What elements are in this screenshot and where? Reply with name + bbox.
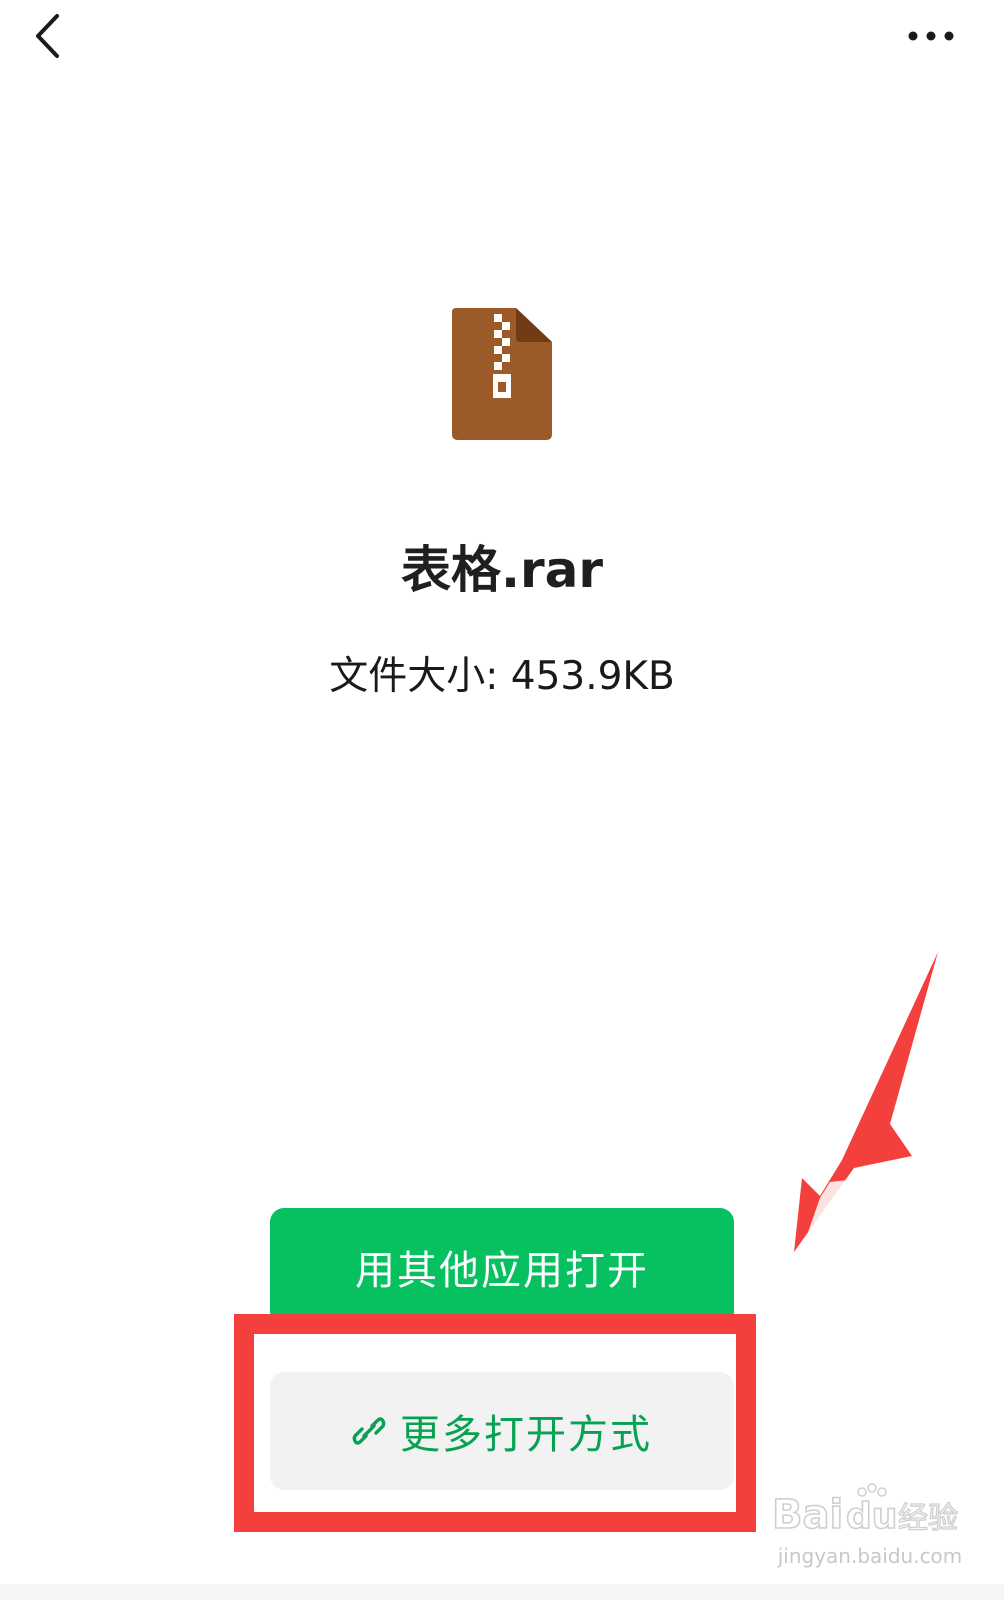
open-with-other-app-label: 用其他应用打开 — [355, 1248, 649, 1294]
baidu-logo-icon: Bai du 经验 — [772, 1483, 959, 1539]
bottom-divider — [0, 1584, 1004, 1600]
watermark-site: jingyan.baidu.com — [777, 1544, 963, 1568]
file-size: 文件大小: 453.9KB — [329, 654, 675, 699]
open-with-other-app-button[interactable]: 用其他应用打开 — [270, 1208, 734, 1326]
chevron-left-icon — [36, 14, 59, 58]
top-bar — [0, 0, 1004, 70]
svg-text:经验: 经验 — [898, 1501, 958, 1536]
ellipsis-icon — [908, 31, 954, 41]
svg-text:du: du — [846, 1496, 897, 1537]
zip-archive-icon — [452, 308, 552, 440]
svg-text:Bai: Bai — [772, 1492, 843, 1538]
file-name: 表格.rar — [400, 541, 604, 599]
highlight-annotation-box — [234, 1314, 756, 1532]
red-pointer-arrow-icon — [794, 952, 938, 1252]
back-button[interactable] — [22, 8, 74, 64]
more-options-button[interactable] — [896, 14, 966, 58]
baidu-jingyan-watermark: Bai du 经验 jingyan.baidu.com — [772, 1482, 968, 1578]
